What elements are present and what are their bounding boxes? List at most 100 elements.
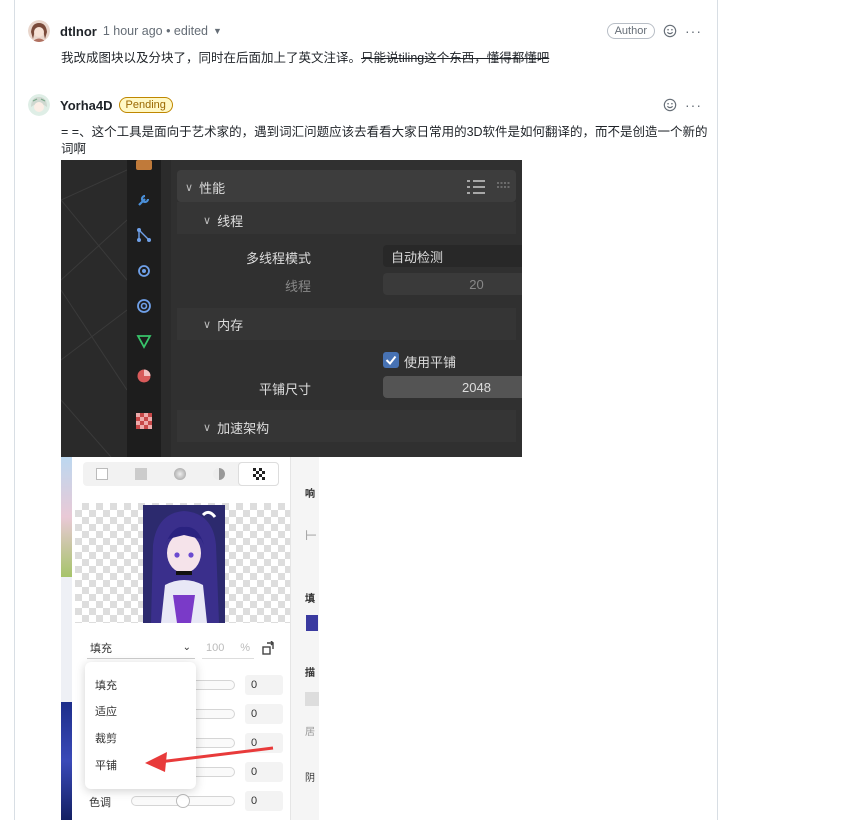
comment-header: dtlnor 1 hour ago • edited ▼ Author ··· bbox=[28, 18, 708, 44]
comment-body: 我改成图块以及分块了，同时在后面加上了英文注译。只能说tiling这个东西，懂得… bbox=[61, 50, 708, 67]
comment-body-struck: 只能说tiling这个东西，懂得都懂吧 bbox=[361, 51, 550, 65]
side-swatch bbox=[305, 692, 319, 706]
image-preview[interactable] bbox=[75, 503, 290, 623]
section-memory-label: 内存 bbox=[217, 318, 244, 333]
comment-body: = =、这个工具是面向于艺术家的，遇到词汇问题应该去看看大家日常用的3D软件是如… bbox=[61, 125, 708, 156]
mt-mode-label: 多线程模式 bbox=[245, 251, 311, 266]
properties-tabs bbox=[127, 160, 161, 457]
texture-icon[interactable] bbox=[136, 413, 152, 429]
physics-icon[interactable] bbox=[136, 262, 152, 278]
viewport-area bbox=[61, 160, 128, 457]
smiley-icon[interactable] bbox=[663, 24, 677, 38]
side-thumbnail bbox=[306, 615, 318, 631]
performance-panel: ∨ 性能 ∨ 线程 多线程模式 自动检测 ∨ 线程 20 ∨ 内存 使用平铺 平… bbox=[171, 160, 522, 457]
side-label: 阴 bbox=[305, 773, 315, 784]
constraints-icon[interactable] bbox=[136, 298, 152, 314]
avatar[interactable] bbox=[28, 20, 50, 42]
red-arrow-annotation bbox=[145, 746, 274, 772]
comment-dtlnor: dtlnor 1 hour ago • edited ▼ Author ··· … bbox=[28, 18, 708, 67]
chevron-down-icon: ∨ bbox=[203, 215, 212, 227]
use-tiling-label: 使用平铺 bbox=[404, 355, 457, 370]
opacity-unit: % bbox=[240, 641, 250, 654]
threads-field[interactable]: 20 bbox=[383, 273, 522, 295]
comment-yorha4d: Yorha4D Pending ··· = =、这个工具是面向于艺术家的，遇到词… bbox=[28, 92, 708, 158]
tile-size-field[interactable]: 2048 bbox=[383, 376, 522, 398]
chevron-down-icon: ∨ bbox=[203, 422, 212, 434]
comment-actions: Author ··· bbox=[606, 23, 702, 39]
comment-timestamp[interactable]: 1 hour ago • edited bbox=[103, 24, 208, 38]
checkerboard-icon bbox=[252, 468, 265, 480]
anime-character-image bbox=[143, 505, 225, 623]
mt-mode-value: 自动检测 bbox=[391, 249, 444, 265]
tab-solid[interactable] bbox=[122, 462, 161, 486]
menu-item-fill[interactable]: 填充 bbox=[95, 677, 117, 693]
data-icon[interactable] bbox=[136, 333, 152, 349]
object-tab-icon[interactable] bbox=[136, 160, 152, 170]
kebab-menu-icon[interactable]: ··· bbox=[685, 98, 702, 112]
left-strip bbox=[61, 457, 72, 820]
smiley-icon[interactable] bbox=[663, 98, 677, 112]
panel-border bbox=[717, 0, 718, 820]
comment-author[interactable]: dtlnor bbox=[60, 24, 97, 39]
chevron-down-icon: ∨ bbox=[203, 319, 212, 331]
side-marker: ⊢ bbox=[305, 527, 318, 543]
slider-thumb[interactable] bbox=[176, 794, 190, 808]
comment-author[interactable]: Yorha4D bbox=[60, 98, 113, 113]
threads-label: 线程 bbox=[284, 279, 311, 294]
comment-header: Yorha4D Pending ··· bbox=[28, 92, 708, 118]
section-performance-label: 性能 bbox=[199, 181, 226, 196]
fill-mode-value: 填充 bbox=[90, 642, 112, 655]
side-label: 描 bbox=[305, 668, 315, 679]
section-memory[interactable]: ∨ 内存 bbox=[203, 315, 522, 334]
tab-none[interactable] bbox=[83, 462, 122, 486]
section-acceleration-label: 加速架构 bbox=[217, 421, 270, 436]
chevron-down-icon: ∨ bbox=[185, 182, 194, 194]
kebab-menu-icon[interactable]: ··· bbox=[685, 24, 702, 38]
tab-gradient[interactable] bbox=[161, 462, 200, 486]
slider-value[interactable]: 0 bbox=[245, 791, 283, 811]
section-threads-label: 线程 bbox=[217, 214, 244, 229]
fill-mode-select[interactable]: 填充 ⌄ bbox=[87, 637, 195, 659]
material-icon[interactable] bbox=[136, 368, 152, 384]
canvas-preview-edge-2 bbox=[61, 702, 72, 820]
menu-item-tile[interactable]: 平铺 bbox=[95, 757, 117, 773]
blender-screenshot: ∨ 性能 ∨ 线程 多线程模式 自动检测 ∨ 线程 20 ∨ 内存 使用平铺 平… bbox=[61, 160, 522, 457]
rotate-icon[interactable] bbox=[262, 641, 276, 655]
drag-handle-icon[interactable] bbox=[497, 182, 511, 188]
tab-angular[interactable] bbox=[199, 462, 238, 486]
slider-value[interactable]: 0 bbox=[245, 704, 283, 724]
section-threads[interactable]: ∨ 线程 bbox=[203, 211, 522, 230]
section-acceleration[interactable]: ∨ 加速架构 bbox=[203, 418, 522, 437]
paint-type-tabs bbox=[83, 462, 279, 486]
comment-body-text: 我改成图块以及分块了，同时在后面加上了英文注译。 bbox=[61, 51, 362, 65]
wrench-icon[interactable] bbox=[136, 192, 152, 208]
hue-slider-row[interactable]: 0 bbox=[131, 791, 291, 811]
mt-mode-dropdown[interactable]: 自动检测 ∨ bbox=[383, 245, 522, 267]
comment-actions: ··· bbox=[663, 98, 702, 112]
tile-size-label: 平铺尺寸 bbox=[258, 382, 311, 397]
side-label: 填 bbox=[305, 594, 315, 605]
author-badge: Author bbox=[606, 23, 655, 39]
side-label: 居 bbox=[305, 727, 315, 738]
particles-icon[interactable] bbox=[136, 227, 152, 243]
hue-label: 色调 bbox=[89, 797, 111, 809]
menu-item-crop[interactable]: 裁剪 bbox=[95, 730, 117, 746]
chevron-down-icon: ⌄ bbox=[182, 642, 191, 653]
tab-image[interactable] bbox=[238, 462, 279, 486]
opacity-value: 100 bbox=[206, 641, 225, 654]
canvas-preview-edge bbox=[61, 457, 72, 577]
fill-panel-screenshot: 填充 ⌄ 100 % 0 0 0 0 色调 0 填充 适应 裁剪 平铺 响 ⊢ … bbox=[61, 457, 319, 820]
timeline-line bbox=[14, 0, 15, 820]
checkmark-icon bbox=[385, 355, 397, 366]
list-icon[interactable] bbox=[467, 180, 485, 194]
menu-item-fit[interactable]: 适应 bbox=[95, 703, 117, 719]
side-label: 响 bbox=[305, 489, 315, 500]
use-tiling-checkbox[interactable] bbox=[383, 352, 399, 368]
avatar[interactable] bbox=[28, 94, 50, 116]
opacity-input[interactable]: 100 % bbox=[202, 637, 254, 659]
chevron-down-icon[interactable]: ▼ bbox=[213, 26, 222, 36]
right-strip bbox=[290, 457, 319, 820]
pending-badge: Pending bbox=[118, 97, 173, 113]
slider-value[interactable]: 0 bbox=[245, 675, 283, 695]
hue-slider-track[interactable] bbox=[131, 794, 235, 808]
